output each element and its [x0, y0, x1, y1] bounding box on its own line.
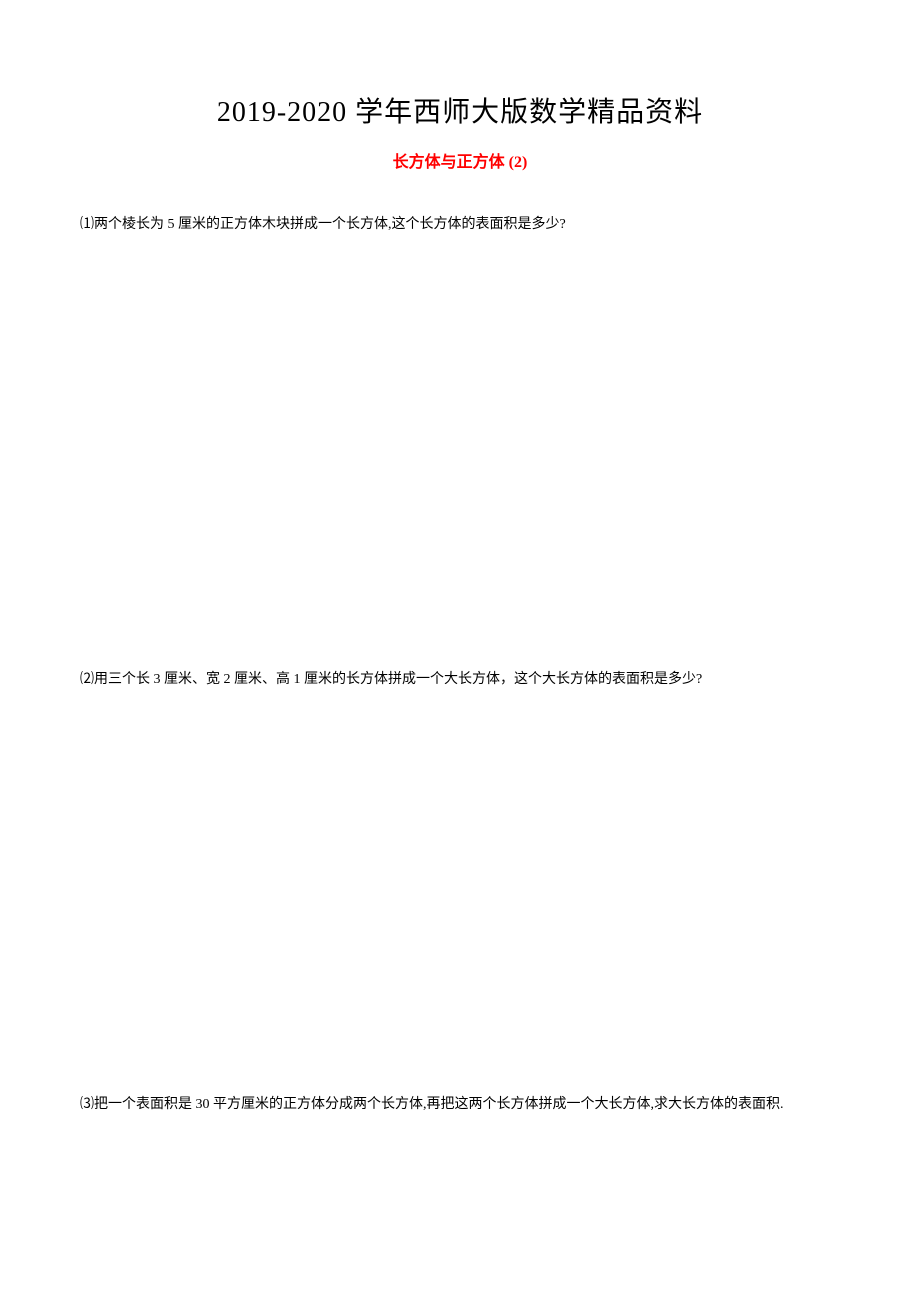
question-3: ⑶把一个表面积是 30 平方厘米的正方体分成两个长方体,再把这两个长方体拼成一个… [80, 1092, 840, 1117]
question-2: ⑵用三个长 3 厘米、宽 2 厘米、高 1 厘米的长方体拼成一个大长方体，这个大… [80, 667, 840, 692]
sub-title: 长方体与正方体 (2) [80, 148, 840, 172]
document-page: 2019-2020 学年西师大版数学精品资料 长方体与正方体 (2) ⑴两个棱长… [0, 0, 920, 1198]
main-title: 2019-2020 学年西师大版数学精品资料 [80, 90, 840, 130]
question-1: ⑴两个棱长为 5 厘米的正方体木块拼成一个长方体,这个长方体的表面积是多少? [80, 212, 840, 237]
